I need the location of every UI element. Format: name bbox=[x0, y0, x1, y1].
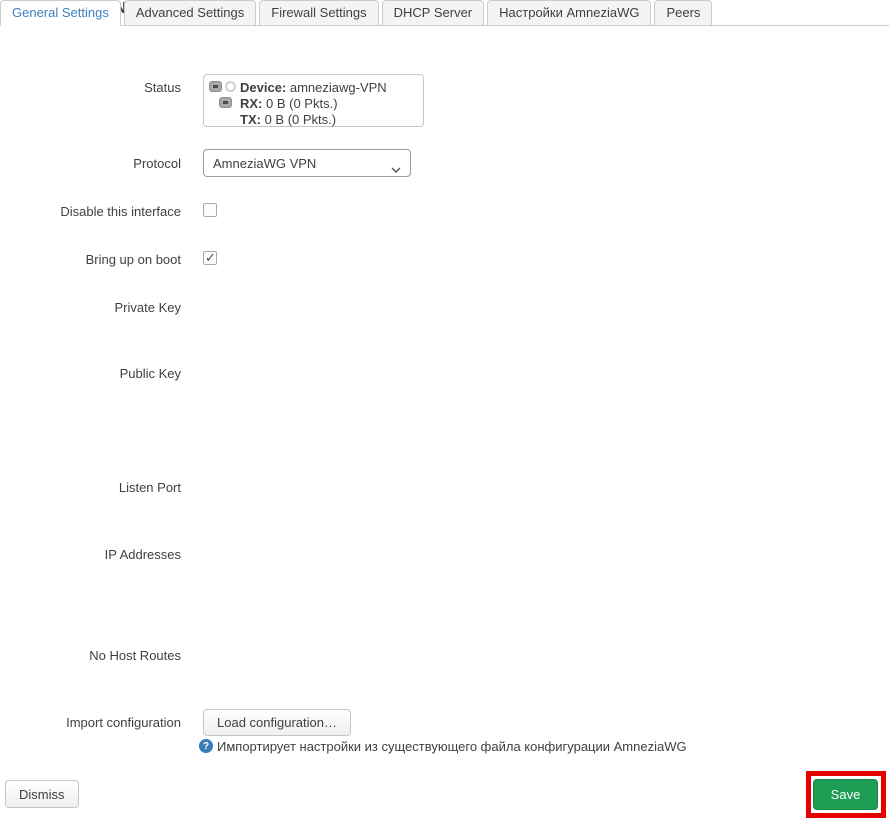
tab-peers[interactable]: Peers bbox=[654, 0, 713, 26]
settings-tabbar: General Settings Advanced Settings Firew… bbox=[0, 0, 889, 26]
public-key-label: Public Key bbox=[119, 366, 181, 381]
rx-value: 0 B (0 Pkts.) bbox=[266, 96, 338, 111]
tab-advanced-settings[interactable]: Advanced Settings bbox=[123, 0, 257, 26]
import-configuration-help: ? Импортирует настройки из существующего… bbox=[199, 739, 687, 754]
status-circle-icon bbox=[225, 81, 236, 92]
dismiss-button[interactable]: Dismiss bbox=[5, 780, 79, 808]
protocol-select[interactable]: AmneziaWG VPN bbox=[203, 149, 411, 177]
interface-status-lines: Device: amneziawg-VPN RX: 0 B (0 Pkts.) … bbox=[240, 80, 419, 128]
bring-up-on-boot-label: Bring up on boot bbox=[85, 252, 181, 267]
protocol-label: Protocol bbox=[133, 156, 181, 171]
bring-up-on-boot-checkbox[interactable] bbox=[203, 250, 217, 266]
tab-amneziawg-settings[interactable]: Настройки AmneziaWG bbox=[487, 0, 652, 26]
tab-general-settings[interactable]: General Settings bbox=[0, 0, 121, 26]
private-key-label: Private Key bbox=[114, 300, 181, 315]
device-value: amneziawg-VPN bbox=[289, 80, 387, 95]
status-label: Status bbox=[144, 80, 181, 95]
device-label: Device: bbox=[240, 80, 287, 95]
ethernet-port-icon bbox=[209, 81, 222, 92]
tx-label: TX: bbox=[240, 112, 261, 127]
status-tx-line: TX: 0 B (0 Pkts.) bbox=[240, 112, 419, 128]
status-device-line: Device: amneziawg-VPN bbox=[240, 80, 419, 96]
help-question-icon: ? bbox=[199, 739, 213, 753]
luci-interface-edit-page: Interfaces » VPN General Settings Advanc… bbox=[0, 0, 889, 823]
interface-status-box: Device: amneziawg-VPN RX: 0 B (0 Pkts.) … bbox=[203, 74, 424, 127]
save-button[interactable]: Save bbox=[813, 779, 878, 810]
import-configuration-help-text: Импортирует настройки из существующего ф… bbox=[217, 739, 687, 754]
disable-interface-label: Disable this interface bbox=[60, 204, 181, 219]
ip-addresses-label: IP Addresses bbox=[104, 547, 181, 562]
no-host-routes-label: No Host Routes bbox=[89, 648, 181, 663]
tab-firewall-settings[interactable]: Firewall Settings bbox=[259, 0, 379, 26]
ethernet-port-icon bbox=[219, 97, 232, 108]
tx-value: 0 B (0 Pkts.) bbox=[264, 112, 337, 127]
interface-tunnel-icon bbox=[204, 75, 238, 126]
rx-label: RX: bbox=[240, 96, 263, 111]
load-configuration-button[interactable]: Load configuration… bbox=[203, 709, 351, 736]
protocol-selected-value: AmneziaWG VPN bbox=[213, 155, 317, 171]
listen-port-label: Listen Port bbox=[118, 480, 181, 495]
disable-interface-checkbox[interactable] bbox=[203, 203, 217, 217]
import-configuration-label: Import configuration bbox=[66, 715, 181, 730]
tab-dhcp-server[interactable]: DHCP Server bbox=[381, 0, 485, 26]
status-rx-line: RX: 0 B (0 Pkts.) bbox=[240, 96, 419, 112]
chevron-down-icon bbox=[391, 161, 401, 176]
